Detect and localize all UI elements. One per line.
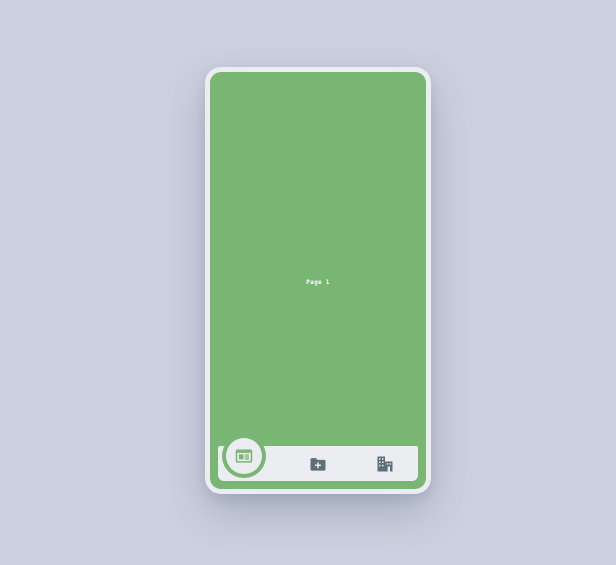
screen: Page 1 <box>210 72 426 489</box>
tab-buildings[interactable] <box>351 446 418 481</box>
buildings-icon <box>377 456 392 471</box>
active-tab-button[interactable] <box>226 438 262 474</box>
page-label: Page 1 <box>306 279 330 286</box>
phone-frame: Page 1 <box>205 67 431 494</box>
tab-folder[interactable] <box>284 446 351 481</box>
newspaper-icon <box>235 449 253 463</box>
folder-add-icon <box>310 457 325 471</box>
